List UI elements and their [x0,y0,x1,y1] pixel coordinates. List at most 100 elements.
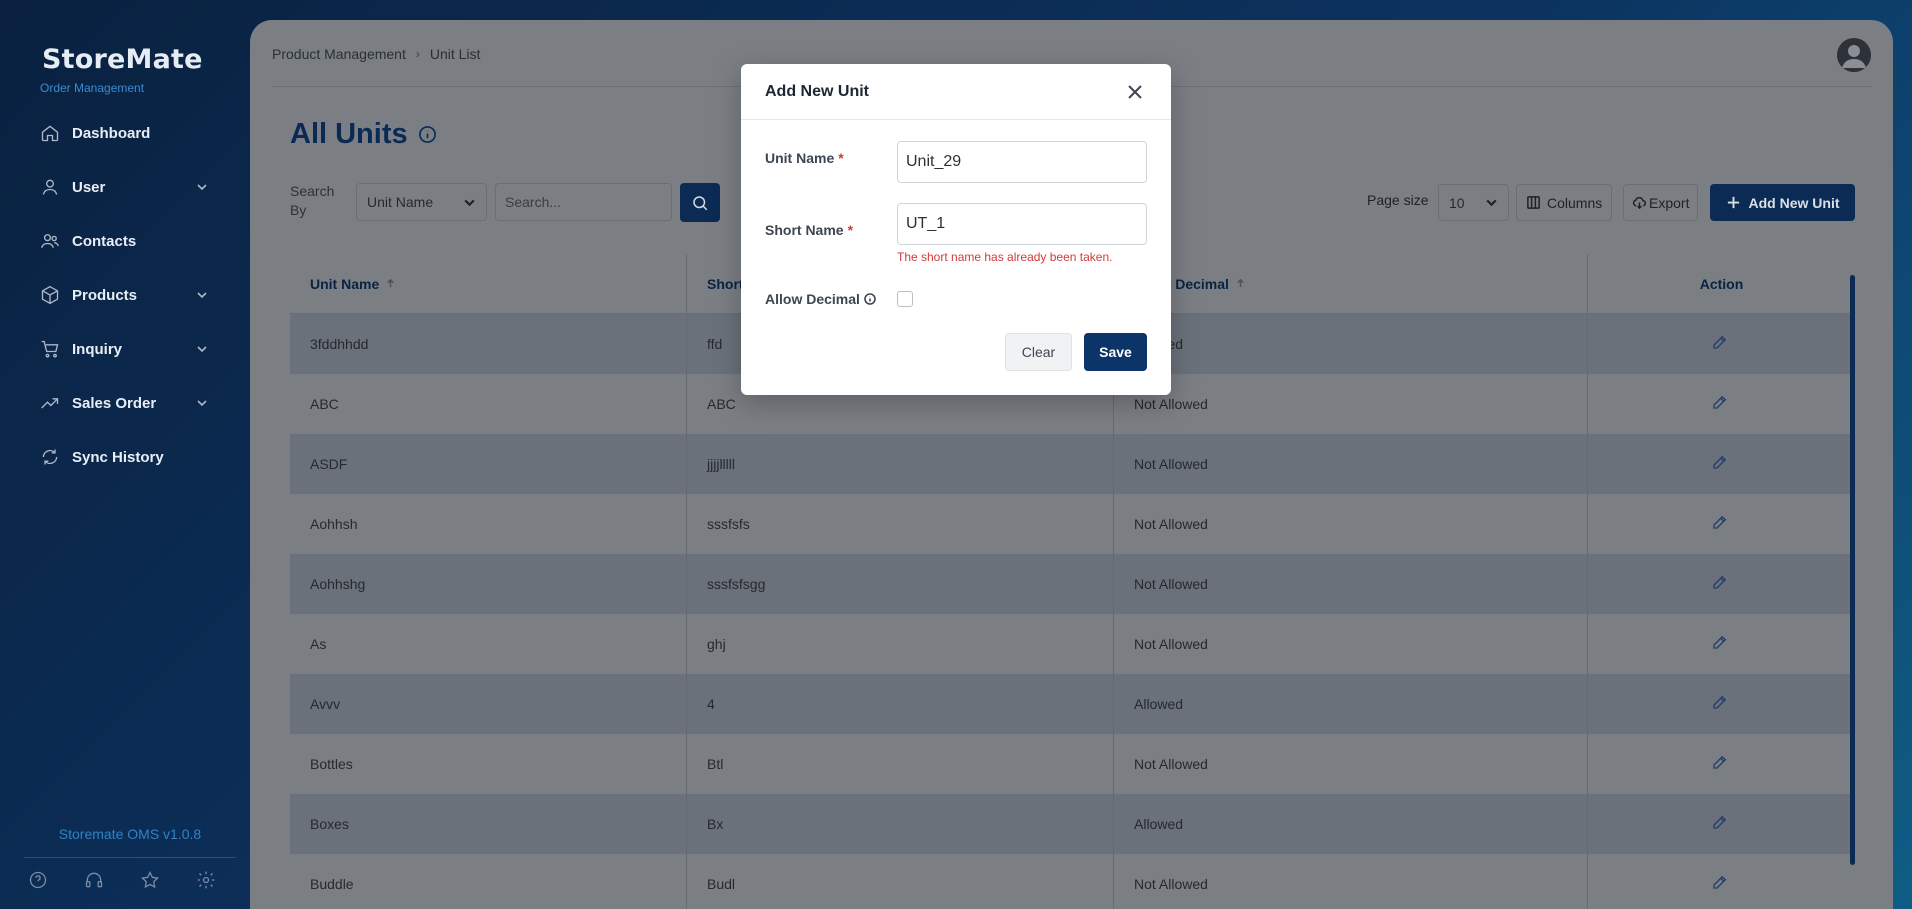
clear-button[interactable]: Clear [1005,333,1072,371]
edit-icon[interactable] [1711,333,1733,355]
brand-name: StoreMate [42,44,203,75]
sidebar-item-user[interactable]: User [0,160,250,214]
allow-decimal-label: Allow Decimal [765,291,876,307]
column-header-label: Action [1699,275,1744,292]
cell-unit-name: Boxes [290,794,687,854]
short-name-input[interactable] [897,203,1147,245]
save-button[interactable]: Save [1084,333,1147,371]
edit-icon[interactable] [1711,633,1733,655]
table-row: ASDF jjjjlllll Not Allowed [290,434,1855,494]
column-header-unit-name[interactable]: Unit Name [290,254,687,313]
cart-icon [41,340,59,358]
edit-icon[interactable] [1711,813,1733,835]
columns-button[interactable]: Columns [1516,184,1613,221]
short-name-error: The short name has already been taken. [897,250,1113,264]
contacts-icon [41,234,59,248]
sidebar-item-contacts[interactable]: Contacts [0,214,250,268]
table-row: Boxes Bx Allowed [290,794,1855,854]
sidebar-item-label: Dashboard [72,124,151,142]
search-button[interactable] [680,183,720,222]
breadcrumb-parent[interactable]: Product Management [272,46,406,62]
cell-allow-decimal: Not Allowed [1114,494,1588,554]
column-header-allow-decimal[interactable]: Allow Decimal [1114,254,1588,313]
cell-action [1588,794,1855,854]
table-row: As ghj Not Allowed [290,614,1855,674]
export-label: Export [1649,194,1690,211]
table-body: 3fddhhdd ffd Allowed ABC ABC Not Allowed… [290,314,1855,909]
chevron-down-icon [197,292,207,299]
sidebar: StoreMate Order Management Dashboard Use… [0,0,250,909]
required-mark: * [838,150,844,166]
allow-decimal-checkbox[interactable] [897,291,913,307]
export-button[interactable]: Export [1623,184,1699,221]
chevron-down-icon [1486,199,1497,207]
cell-action [1588,734,1855,794]
cell-unit-name: 3fddhhdd [290,314,687,374]
edit-icon[interactable] [1711,753,1733,775]
brand-subtitle: Order Management [40,81,145,95]
table-row: Aohhsh sssfsfs Not Allowed [290,494,1855,554]
table-row: Bottles Btl Not Allowed [290,734,1855,794]
cell-unit-name: Aohhsh [290,494,687,554]
columns-icon [1527,196,1540,209]
edit-icon[interactable] [1711,513,1733,535]
cell-action [1588,854,1855,909]
avatar[interactable] [1837,38,1871,72]
info-icon[interactable] [418,125,437,144]
required-mark: * [847,222,854,238]
info-icon[interactable] [864,293,876,305]
column-header-action: Action [1588,254,1855,313]
star-icon[interactable] [140,870,162,892]
unit-name-label-text: Unit Name [765,150,835,166]
add-unit-modal: Add New Unit Unit Name * Short Name * Th… [741,64,1171,395]
brand-logo[interactable]: StoreMate Order Management [40,44,203,95]
add-new-unit-button[interactable]: Add New Unit [1710,184,1855,221]
headset-icon[interactable] [84,870,106,892]
add-new-unit-label: Add New Unit [1748,194,1840,211]
cell-unit-name: Bottles [290,734,687,794]
cell-short-name: ghj [687,614,1114,674]
cell-allow-decimal: Not Allowed [1114,614,1588,674]
breadcrumb-current: Unit List [429,46,481,62]
cell-short-name: Budl [687,854,1114,909]
cell-short-name: 4 [687,674,1114,734]
page-title-text: All Units [290,118,408,150]
close-icon [1128,85,1142,99]
chevron-down-icon [197,346,207,353]
search-by-label: Search By [290,183,335,218]
user-icon [42,179,58,195]
search-field-select[interactable]: Unit Name [356,183,487,221]
cell-short-name: jjjjlllll [687,434,1114,494]
edit-icon[interactable] [1711,453,1733,475]
edit-icon[interactable] [1711,873,1733,895]
edit-icon[interactable] [1711,573,1733,595]
sidebar-item-label: Sales Order [72,394,157,412]
help-icon[interactable] [28,870,50,892]
edit-icon[interactable] [1711,393,1733,415]
modal-title: Add New Unit [765,82,869,100]
cell-action [1588,674,1855,734]
sidebar-item-dashboard[interactable]: Dashboard [0,106,250,160]
page-size-label: Page size [1367,192,1429,208]
sidebar-item-label: Sync History [72,448,164,466]
cell-action [1588,614,1855,674]
cell-action [1588,554,1855,614]
box-icon [41,285,59,305]
search-input[interactable] [495,183,672,221]
sidebar-item-label: Products [72,286,138,304]
sidebar-item-sales-order[interactable]: Sales Order [0,376,250,430]
close-button[interactable] [1125,82,1145,102]
sidebar-item-sync-history[interactable]: Sync History [0,430,250,484]
sidebar-item-label: User [72,178,106,196]
gear-icon[interactable] [196,870,218,892]
sidebar-item-inquiry[interactable]: Inquiry [0,322,250,376]
page-size-select[interactable]: 10 [1438,184,1509,221]
unit-name-input[interactable] [897,141,1147,183]
sidebar-item-products[interactable]: Products [0,268,250,322]
table-scrollbar[interactable] [1850,275,1855,865]
cell-unit-name: ASDF [290,434,687,494]
cell-unit-name: Avvv [290,674,687,734]
trending-up-icon [41,398,59,409]
cell-action [1588,374,1855,434]
edit-icon[interactable] [1711,693,1733,715]
